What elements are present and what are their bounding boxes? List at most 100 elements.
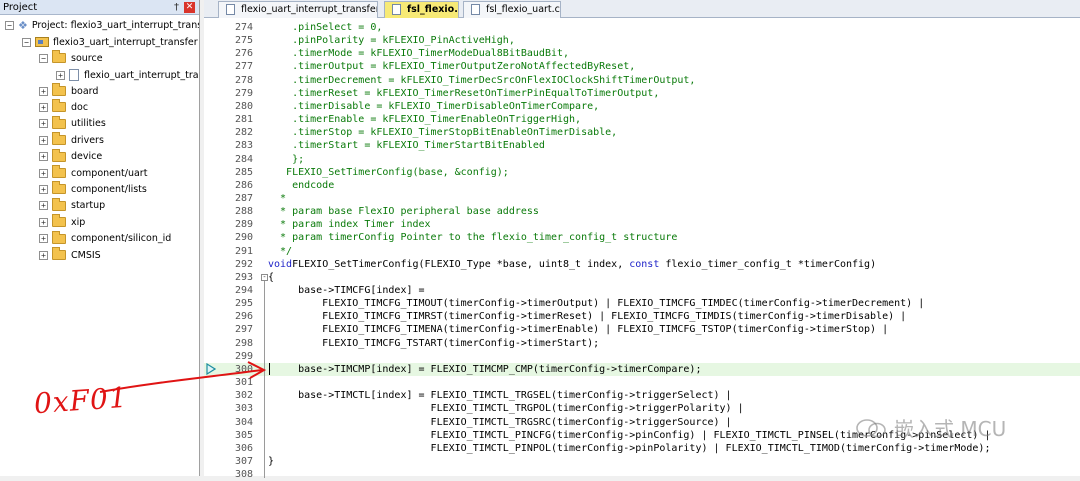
expand-icon[interactable]: + xyxy=(56,70,65,80)
code-line[interactable]: 283 .timerStart = kFLEXIO_TimerStartBitE… xyxy=(204,139,1080,152)
code-line[interactable]: 274 .pinSelect = 0, xyxy=(204,21,1080,34)
code-text: */ xyxy=(268,245,293,257)
code-text: { xyxy=(268,271,275,283)
expand-icon[interactable]: + xyxy=(39,135,48,145)
code-line[interactable]: 299 xyxy=(204,350,1080,363)
code-line[interactable]: 290 * param timerConfig Pointer to the f… xyxy=(204,231,1080,244)
code-line[interactable]: 306 FLEXIO_TIMCTL_PINPOL(timerConfig->pi… xyxy=(204,442,1080,455)
expand-icon[interactable]: + xyxy=(39,152,48,162)
collapse-icon[interactable]: − xyxy=(39,53,48,63)
code-text: .timerDisable = kFLEXIO_TimerDisableOnTi… xyxy=(268,100,600,112)
code-line[interactable]: 276 .timerMode = kFLEXIO_TimerModeDual8B… xyxy=(204,47,1080,60)
expand-icon[interactable]: + xyxy=(39,184,48,194)
code-line[interactable]: 275 .pinPolarity = kFLEXIO_PinActiveHigh… xyxy=(204,34,1080,47)
code-line[interactable]: 294 base->TIMCFG[index] = xyxy=(204,284,1080,297)
handwritten-annotation: 0xF01 xyxy=(32,380,129,421)
code-keyword: const xyxy=(629,258,660,270)
code-line[interactable]: 297 FLEXIO_TIMCFG_TIMENA(timerConfig->ti… xyxy=(204,323,1080,336)
code-line[interactable]: 277 .timerOutput = kFLEXIO_TimerOutputZe… xyxy=(204,60,1080,73)
line-number: 289 xyxy=(234,219,253,231)
expand-icon[interactable]: + xyxy=(39,201,48,211)
fold-collapse-icon[interactable]: - xyxy=(261,273,268,281)
tree-item-label: device xyxy=(71,151,103,163)
tree-item-folder[interactable]: + CMSIS xyxy=(39,247,101,263)
code-line[interactable]: 278 .timerDecrement = kFLEXIO_TimerDecSr… xyxy=(204,74,1080,87)
folder-icon xyxy=(52,181,66,195)
project-icon: ❖ xyxy=(18,18,28,32)
code-line[interactable]: 298 FLEXIO_TIMCFG_TSTART(timerConfig->ti… xyxy=(204,337,1080,350)
file-icon xyxy=(69,69,79,81)
line-number: 276 xyxy=(234,48,253,60)
line-number: 281 xyxy=(234,114,253,126)
code-area[interactable]: 274 .pinSelect = 0, 275 .pinPolarity = kF… xyxy=(204,19,1080,480)
tab-fsl-flexio[interactable]: fsl_flexio.c xyxy=(384,1,459,18)
tree-item-folder[interactable]: + component/lists xyxy=(39,181,147,197)
tree-item-source-file[interactable]: + flexio_uart_interrupt_tran xyxy=(56,67,199,83)
code-line[interactable]: 287 * xyxy=(204,192,1080,205)
document-icon xyxy=(392,4,401,15)
expand-icon[interactable]: + xyxy=(39,234,48,244)
tree-item-folder[interactable]: + component/silicon_id xyxy=(39,230,171,247)
code-line[interactable]: 280 .timerDisable = kFLEXIO_TimerDisable… xyxy=(204,100,1080,113)
tree-item-folder[interactable]: + device xyxy=(39,148,103,165)
code-token: FLEXIO_SetTimerConfig(FLEXIO_Type *base,… xyxy=(292,258,630,270)
tree-item-folder[interactable]: + board xyxy=(39,83,98,99)
expand-icon[interactable]: + xyxy=(39,102,48,112)
code-line[interactable]: 308 xyxy=(204,468,1080,481)
line-number: 308 xyxy=(234,469,253,481)
code-line[interactable]: 286 endcode xyxy=(204,179,1080,192)
expand-icon[interactable]: + xyxy=(39,250,48,260)
code-text: .timerOutput = kFLEXIO_TimerOutputZeroNo… xyxy=(268,61,636,73)
code-text: FLEXIO_TIMCFG_TSTART(timerConfig->timerS… xyxy=(268,337,600,349)
code-text: base->TIMCFG[index] = xyxy=(268,285,425,296)
code-line[interactable]: 292 voidFLEXIO_SetTimerConfig(FLEXIO_Type… xyxy=(204,258,1080,271)
folder-icon xyxy=(52,132,66,146)
line-number: 305 xyxy=(234,429,253,441)
code-line[interactable]: 279 .timerReset = kFLEXIO_TimerResetOnTi… xyxy=(204,87,1080,100)
code-line[interactable]: 295 FLEXIO_TIMCFG_TIMOUT(timerConfig->ti… xyxy=(204,297,1080,310)
code-line[interactable]: 293 { xyxy=(204,271,1080,284)
code-line[interactable]: 301 xyxy=(204,376,1080,389)
tree-item-target[interactable]: − flexio3_uart_interrupt_transfer sd xyxy=(22,34,199,50)
tab-flexio-uart-interrupt-transfer[interactable]: flexio_uart_interrupt_transfer.c xyxy=(218,1,378,18)
code-line[interactable]: 307} xyxy=(204,455,1080,468)
code-line[interactable]: 281 .timerEnable = kFLEXIO_TimerEnableOn… xyxy=(204,113,1080,126)
code-line[interactable]: 288 * param base FlexIO peripheral base … xyxy=(204,205,1080,218)
tree-item-folder[interactable]: + xip xyxy=(39,214,85,230)
line-number: 303 xyxy=(234,403,253,415)
line-number: 297 xyxy=(234,324,253,336)
expand-icon[interactable]: + xyxy=(39,119,48,129)
tree-item-folder[interactable]: + startup xyxy=(39,197,105,214)
line-number: 294 xyxy=(234,285,253,296)
tree-item-folder[interactable]: + drivers xyxy=(39,132,104,148)
code-line[interactable]: 291 */ xyxy=(204,245,1080,258)
collapse-icon[interactable]: − xyxy=(5,20,14,30)
tree-item-label: drivers xyxy=(71,134,104,146)
code-line[interactable]: 296 FLEXIO_TIMCFG_TIMRST(timerConfig->ti… xyxy=(204,310,1080,323)
expand-icon[interactable]: + xyxy=(39,86,48,96)
line-number: 284 xyxy=(234,153,253,165)
collapse-icon[interactable]: − xyxy=(22,37,31,47)
code-text: FLEXIO_TIMCTL_TRGSRC(timerConfig->trigge… xyxy=(268,416,732,428)
code-line[interactable]: 284 }; xyxy=(204,153,1080,166)
line-number: 293 xyxy=(234,271,253,283)
code-line[interactable]: 282 .timerStop = kFLEXIO_TimerStopBitEna… xyxy=(204,126,1080,139)
close-icon[interactable]: ✕ xyxy=(184,2,195,13)
tree-item-folder[interactable]: + doc xyxy=(39,99,88,115)
pin-icon[interactable]: † xyxy=(174,0,179,15)
tree-item-project-root[interactable]: − ❖ Project: flexio3_uart_interrupt_tran… xyxy=(5,17,200,33)
code-line-current[interactable]: 300 base->TIMCMP[index] = FLEXIO_TIMCMP_… xyxy=(204,362,1080,377)
expand-icon[interactable]: + xyxy=(39,217,48,227)
code-line[interactable]: 285 FLEXIO_SetTimerConfig(base, &config)… xyxy=(204,166,1080,179)
tree-item-source[interactable]: − source xyxy=(39,50,103,66)
tab-fsl-flexio-uart[interactable]: fsl_flexio_uart.c xyxy=(463,1,561,18)
code-line[interactable]: 302 base->TIMCTL[index] = FLEXIO_TIMCTL_… xyxy=(204,389,1080,402)
project-panel-titlebar: Project † ✕ xyxy=(0,0,199,15)
tree-item-folder[interactable]: + utilities xyxy=(39,115,106,132)
document-icon xyxy=(471,4,480,15)
tree-item-folder[interactable]: + component/uart xyxy=(39,165,147,181)
tree-item-label: Project: flexio3_uart_interrupt_transf xyxy=(31,19,200,31)
code-line[interactable]: 289 * param index Timer index xyxy=(204,218,1080,231)
editor-tab-strip: flexio_uart_interrupt_transfer.c fsl_fle… xyxy=(204,0,1080,18)
expand-icon[interactable]: + xyxy=(39,168,48,178)
